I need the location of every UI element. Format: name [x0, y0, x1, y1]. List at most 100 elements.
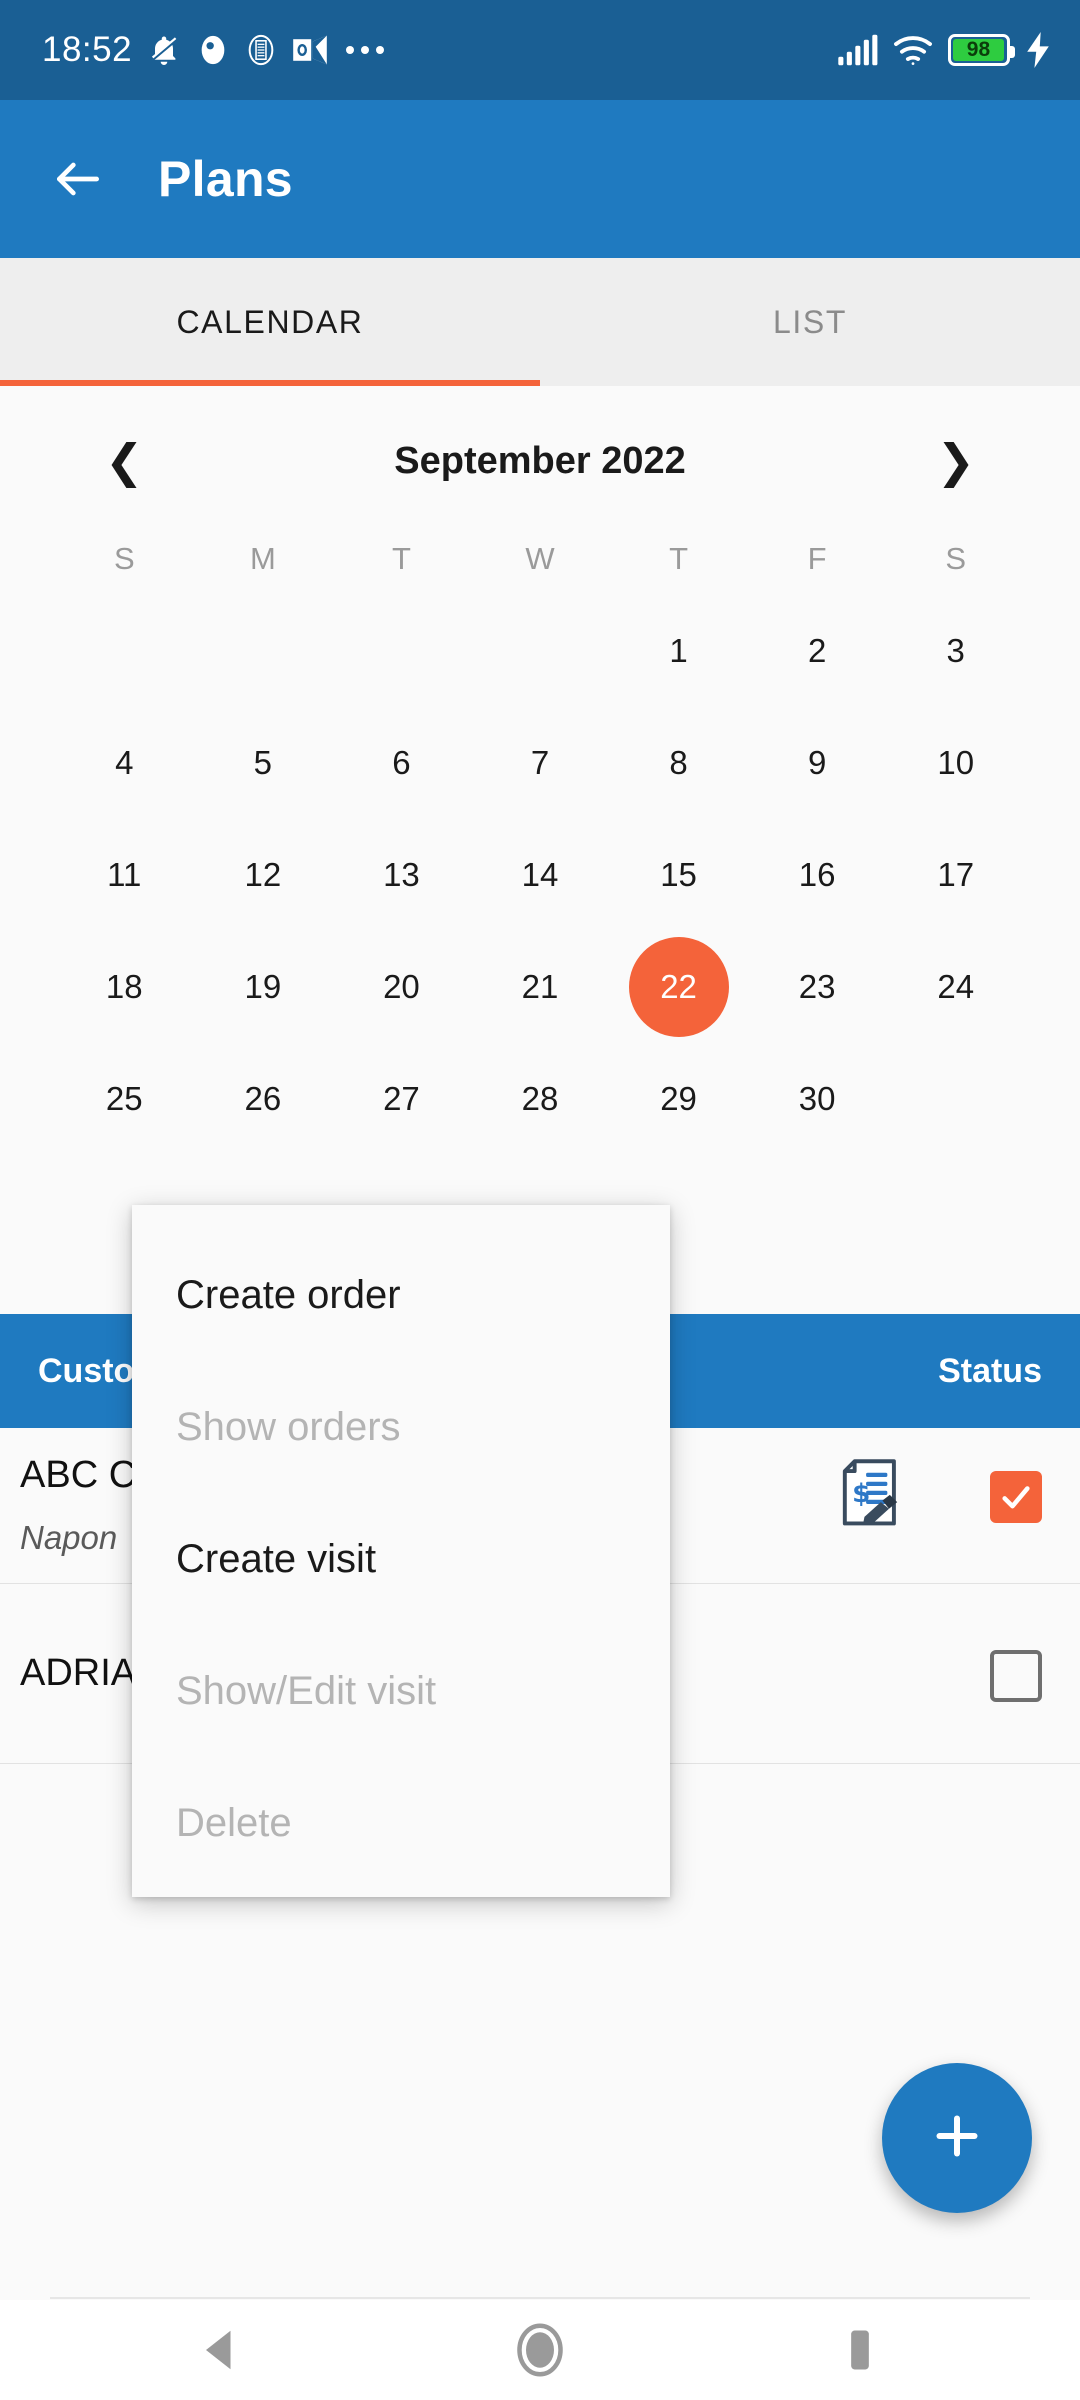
calendar-day-empty [886, 1044, 1025, 1154]
calendar-day-label: 27 [383, 1080, 420, 1117]
calendar-day-label: 19 [244, 968, 282, 1005]
status-checkbox[interactable] [990, 1470, 1042, 1523]
calendar-day[interactable]: 27 [332, 1044, 471, 1154]
calendar-day[interactable]: 28 [471, 1044, 610, 1154]
calendar-day[interactable]: 9 [748, 708, 887, 818]
add-button[interactable] [882, 2063, 1032, 2213]
calendar-day-label: 2 [807, 632, 827, 669]
calendar-day-label: 30 [798, 1080, 836, 1117]
calendar-day[interactable]: 1 [609, 596, 748, 706]
calendar-view: ❮ September 2022 ❯ S M T W T F S 1234567… [0, 386, 1080, 1314]
dow-fri: F [807, 541, 827, 576]
calendar-dow-row: S M T W T F S [55, 524, 1025, 594]
menu-item-label: Create visit [176, 1536, 377, 1581]
calendar-day[interactable]: 18 [55, 932, 194, 1042]
calendar-day[interactable]: 6 [332, 708, 471, 818]
calendar-day[interactable]: 8 [609, 708, 748, 818]
calendar-day[interactable]: 21 [471, 932, 610, 1042]
calendar-day-label: 28 [521, 1080, 559, 1117]
calendar-day[interactable]: 17 [886, 820, 1025, 930]
calendar-day[interactable]: 7 [471, 708, 610, 818]
calendar-day[interactable]: 12 [194, 820, 333, 930]
calendar-day[interactable]: 23 [748, 932, 887, 1042]
system-nav-bar [0, 2300, 1080, 2400]
calendar-grid: S M T W T F S 1 2 3 4 5 6 7 8 9 10 11 12 13 14 15 16 17 1… [0, 524, 1080, 1154]
calendar-day[interactable]: 29 [609, 1044, 748, 1154]
menu-item-create-visit[interactable]: Create visit [132, 1493, 670, 1625]
menu-item-label: Show/Edit visit [176, 1668, 437, 1713]
tab-bar: CALENDAR LIST [0, 258, 1080, 386]
back-triangle-icon[interactable] [175, 2305, 265, 2395]
calendar-day-label: 12 [244, 856, 282, 893]
menu-item-label: Create order [176, 1272, 401, 1317]
tab-calendar-label: CALENDAR [176, 303, 364, 340]
calendar-day[interactable]: 20 [332, 932, 471, 1042]
chevron-right-icon[interactable]: ❯ [936, 438, 975, 484]
calendar-day-label: 14 [521, 856, 559, 893]
document-app-icon [244, 33, 278, 67]
calendar-day-empty [471, 596, 610, 706]
calendar-day-label: 8 [669, 744, 688, 781]
calendar-week-row: 1 2 3 [55, 596, 1025, 706]
calendar-day[interactable]: 15 [609, 820, 748, 930]
calendar-day-empty [332, 596, 471, 706]
calendar-day-empty [55, 596, 194, 706]
dow-sun: S [113, 541, 135, 576]
chevron-left-icon[interactable]: ❮ [105, 438, 144, 484]
menu-item-label: Delete [176, 1800, 292, 1845]
calendar-day-label: 23 [798, 968, 836, 1005]
status-bar: 18:52 98 [0, 0, 1080, 100]
calendar-day[interactable]: 5 [194, 708, 333, 818]
calendar-day[interactable]: 11 [55, 820, 194, 930]
calendar-day-label: 7 [530, 744, 550, 781]
calendar-day-label: 25 [105, 1080, 143, 1117]
home-circle-icon[interactable] [495, 2305, 585, 2395]
invoice-pen-icon[interactable]: $ [838, 1458, 904, 1535]
calendar-day[interactable]: 25 [55, 1044, 194, 1154]
tab-calendar[interactable]: CALENDAR [0, 258, 540, 386]
recents-square-icon[interactable] [815, 2305, 905, 2395]
calendar-day[interactable]: 24 [886, 932, 1025, 1042]
calendar-day-label: 5 [253, 744, 273, 781]
calendar-day[interactable]: 4 [55, 708, 194, 818]
app-screen: 18:52 98 Plans CALENDAR LIST ❮ September… [0, 0, 1080, 2400]
page-title: Plans [158, 151, 293, 207]
calendar-day-label: 18 [105, 968, 143, 1005]
calendar-day-label: 1 [669, 632, 688, 669]
outlook-icon [292, 34, 328, 66]
menu-item-delete: Delete [132, 1757, 670, 1889]
calendar-header: ❮ September 2022 ❯ [0, 386, 1080, 484]
back-arrow-icon[interactable] [50, 151, 106, 207]
app-bar: Plans [0, 100, 1080, 258]
calendar-week-row: 4 5 6 7 8 9 10 [55, 708, 1025, 818]
calendar-day-label: 4 [115, 744, 134, 781]
calendar-day-label: 13 [383, 856, 420, 893]
calendar-day-label: 29 [660, 1080, 697, 1117]
calendar-day[interactable]: 3 [886, 596, 1025, 706]
menu-item-create-order[interactable]: Create order [132, 1229, 670, 1361]
calendar-day[interactable]: 14 [471, 820, 610, 930]
calendar-day[interactable]: 30 [748, 1044, 887, 1154]
calendar-week-row: 25 26 27 28 29 30 [55, 1044, 1025, 1154]
row-status-icons: $ [838, 1454, 1042, 1535]
calendar-month-label: September 2022 [394, 439, 686, 482]
calendar-day-label: 3 [946, 632, 965, 669]
calendar-day-label: 22 [628, 937, 729, 1037]
calendar-day[interactable]: 10 [886, 708, 1025, 818]
calendar-week-row: 11 12 13 14 15 16 17 [55, 820, 1025, 930]
calendar-day[interactable]: 13 [332, 820, 471, 930]
calendar-day-label: 6 [392, 744, 411, 781]
calendar-day-label: 17 [937, 856, 975, 893]
status-bar-right: 98 [836, 32, 1052, 68]
calendar-day-selected[interactable]: 22 [609, 932, 748, 1042]
calendar-day-empty [194, 596, 333, 706]
calendar-day-label: 15 [660, 856, 697, 893]
status-checkbox[interactable] [990, 1649, 1042, 1702]
calendar-day[interactable]: 16 [748, 820, 887, 930]
calendar-day[interactable]: 26 [194, 1044, 333, 1154]
calendar-day[interactable]: 2 [748, 596, 887, 706]
mute-bell-icon [146, 32, 182, 68]
menu-item-show-orders: Show orders [132, 1361, 670, 1493]
tab-list[interactable]: LIST [540, 258, 1080, 386]
calendar-day[interactable]: 19 [194, 932, 333, 1042]
